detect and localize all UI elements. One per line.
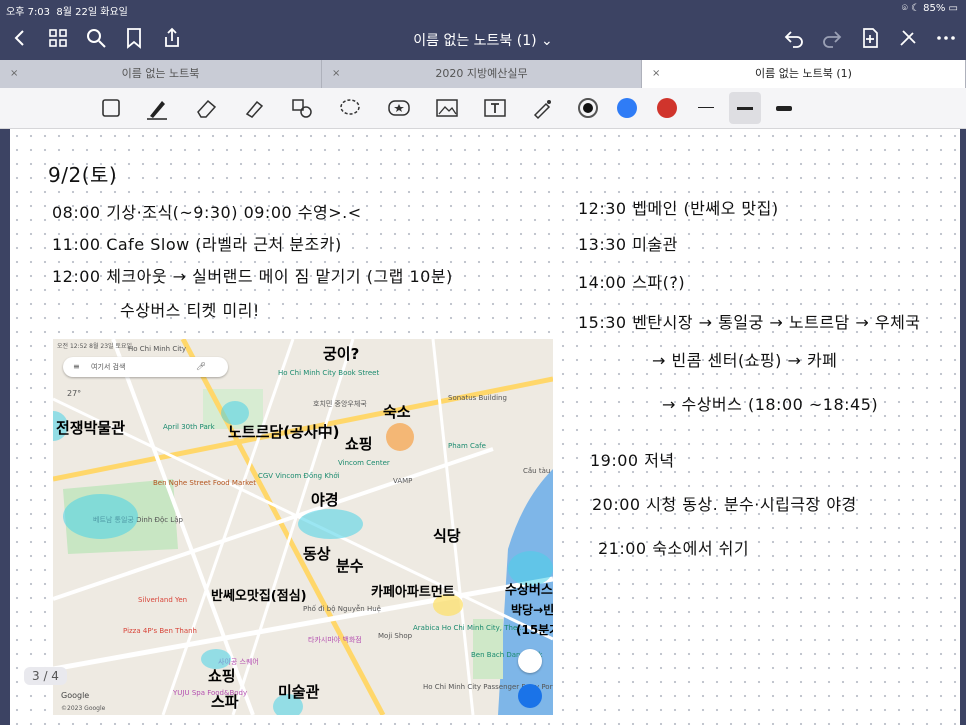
navigation-icon[interactable]	[518, 649, 542, 673]
map-temperature: 27°	[67, 389, 82, 398]
map-label: Moji Shop	[378, 632, 413, 640]
color-blue-swatch[interactable]	[617, 98, 637, 118]
color-black-swatch[interactable]	[578, 98, 598, 118]
app-top-bar: 이름 없는 노트북 (1) ⌄	[0, 18, 966, 60]
map-label: Arabica Ho Chi Minh City, The...	[413, 624, 524, 632]
shapes-icon[interactable]	[289, 96, 315, 120]
map-annotation: 반쎄오맛집(점심)	[211, 589, 307, 604]
map-annotation: 쇼핑	[345, 435, 373, 453]
tab-notebook-1[interactable]: × 이름 없는 노트북 (1)	[642, 60, 966, 88]
note-line: 13:30 미술관	[578, 235, 678, 254]
map-label: Pham Cafe	[448, 442, 486, 450]
map-label: Cầu tàu	[523, 467, 551, 475]
eraser-icon[interactable]	[193, 96, 219, 120]
note-line: 수상버스 티켓 미리!	[120, 301, 260, 320]
color-red-swatch[interactable]	[657, 98, 677, 118]
note-line: 19:00 저녁	[590, 451, 675, 470]
close-icon[interactable]: ×	[332, 60, 340, 88]
pen-off-icon[interactable]	[896, 26, 920, 50]
map-label: Ben Nghe Street Food Market	[153, 479, 256, 487]
map-label: CGV Vincom Đồng Khởi	[258, 472, 340, 480]
note-line: 11:00 Cafe Slow (라벨라 근처 분조카)	[52, 235, 342, 254]
map-label: Phố đi bộ Nguyễn Huệ	[303, 605, 381, 613]
close-icon[interactable]: ×	[652, 60, 660, 88]
menu-icon[interactable]: ≡	[73, 362, 80, 371]
map-label: VAMP	[393, 477, 413, 485]
map-status-bar: 오전 12:52 8월 23일 토요일	[57, 343, 133, 350]
tab-budget[interactable]: × 2020 지방예산실무	[322, 60, 642, 88]
note-line: 21:00 숙소에서 쉬기	[598, 539, 750, 558]
note-page[interactable]: 9/2(토) 08:00 기상·조식(~9:30) 09:00 수영>.< 11…	[10, 129, 960, 725]
note-line: 14:00 스파(?)	[578, 273, 686, 292]
stroke-thick[interactable]	[776, 106, 792, 111]
map-label: Pizza 4P's Ben Thanh	[123, 627, 197, 635]
map-annotation: (15분거)	[516, 623, 553, 637]
highlight-mark	[298, 509, 363, 539]
map-label: ©2023 Google	[61, 705, 106, 712]
add-page-icon[interactable]	[858, 26, 882, 50]
map-annotation: 노트르담(공사中)	[228, 423, 340, 441]
map-annotation: 숙소	[383, 403, 411, 421]
status-bar: 오후 7:03 8월 22일 화요일 ⌾ ☾ 85% ▭	[0, 0, 966, 18]
map-annotation: 식당	[433, 527, 461, 545]
pen-icon[interactable]	[144, 96, 170, 120]
note-line: 08:00 기상·조식(~9:30) 09:00 수영>.<	[52, 203, 362, 222]
document-tabs: × 이름 없는 노트북 × 2020 지방예산실무 × 이름 없는 노트북 (1…	[0, 60, 966, 88]
image-icon[interactable]	[434, 96, 460, 120]
page-indicator: 3 / 4	[24, 667, 67, 685]
map-annotation: 분수	[336, 557, 364, 575]
map-label: Silverland Yen	[138, 596, 188, 604]
map-label: Google	[61, 691, 90, 700]
stroke-medium[interactable]	[737, 107, 753, 110]
mic-icon[interactable]: 🎤︎	[196, 362, 206, 371]
map-search-input[interactable]: 여기서 검색	[91, 362, 125, 372]
map-annotation: 스파	[211, 693, 239, 711]
map-annotation: 야경	[311, 491, 339, 509]
highlighter-icon[interactable]	[241, 96, 267, 120]
tab-notebook[interactable]: × 이름 없는 노트북	[0, 60, 322, 88]
map-label: 타카시마야 백화점	[308, 636, 362, 644]
map-label: Ho Chi Minh City Book Street	[278, 369, 380, 377]
map-annotation: 동상	[303, 545, 331, 563]
map-label: April 30th Park	[163, 423, 215, 431]
more-icon[interactable]	[934, 26, 958, 50]
directions-icon[interactable]	[518, 684, 542, 708]
lasso-icon[interactable]	[337, 96, 363, 120]
note-line: 12:00 체크아웃 → 실버랜드 메이 짐 맡기기 (그랩 10분)	[52, 267, 453, 286]
undo-icon[interactable]	[782, 26, 806, 50]
note-line: → 빈콤 센터(쇼핑) → 카페	[652, 351, 838, 370]
note-line: 20:00 시청 동상. 분수·시립극장 야경	[592, 495, 857, 514]
laser-pointer-icon[interactable]	[530, 96, 556, 120]
map-label: 호치민 중앙우체국	[313, 400, 367, 408]
status-time: 오후 7:03 8월 22일 화요일	[6, 7, 128, 18]
battery-indicator: ⌾ ☾ 85% ▭	[901, 3, 958, 14]
text-icon[interactable]	[482, 96, 508, 120]
map-label: Sonatus Building	[448, 394, 507, 402]
note-date: 9/2(토)	[48, 163, 118, 187]
map-annotation: 전쟁박물관	[56, 419, 126, 437]
color-black-dot	[583, 103, 593, 113]
map-annotation: 박당→빈안	[511, 603, 553, 617]
map-annotation: 궁이?	[323, 345, 360, 363]
note-line: → 수상버스 (18:00 ~18:45)	[662, 395, 879, 414]
map-annotation: 카페아파트먼트	[371, 585, 455, 600]
drawing-toolbar	[0, 88, 966, 129]
highlight-mark	[63, 494, 138, 539]
sticker-icon[interactable]	[386, 96, 412, 120]
map-annotation: 쇼핑	[208, 667, 236, 685]
stroke-thin[interactable]	[698, 107, 714, 108]
embedded-map-image[interactable]: 오전 12:52 8월 23일 토요일 ≡ 여기서 검색 🎤︎ 27° Ho C…	[53, 339, 553, 715]
map-annotation: 미술관	[278, 683, 320, 701]
close-icon[interactable]: ×	[10, 60, 18, 88]
highlight-mark	[386, 423, 414, 451]
redo-icon[interactable]	[820, 26, 844, 50]
map-annotation: 수상버스	[505, 583, 553, 598]
map-label: Vincom Center	[338, 459, 390, 467]
note-line: 15:30 벤탄시장 → 통일궁 → 노트르담 → 우체국	[578, 313, 921, 332]
page-view-icon[interactable]	[98, 96, 124, 120]
map-label: Ho Chi Minh City	[128, 345, 187, 353]
note-line: 12:30 벱메인 (반쎄오 맛집)	[578, 199, 779, 218]
map-search-bar[interactable]: ≡ 여기서 검색 🎤︎	[63, 357, 228, 377]
